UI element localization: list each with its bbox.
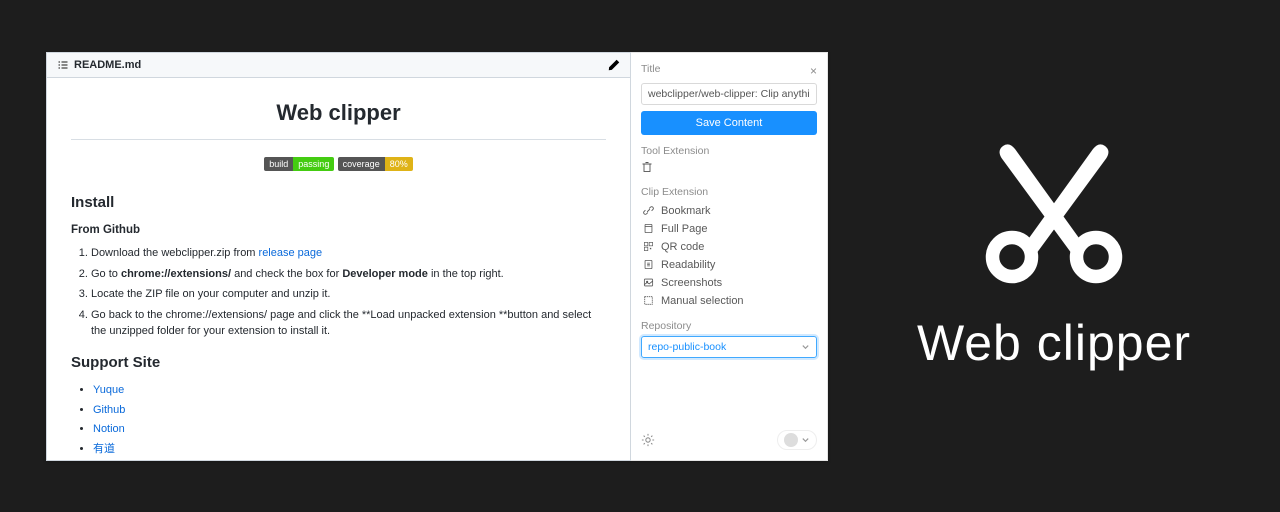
from-github-heading: From Github — [71, 222, 606, 239]
support-link-youdao[interactable]: 有道 — [93, 443, 115, 455]
repository-select[interactable]: repo-public-book — [641, 336, 817, 358]
brand-section: Web clipper — [828, 140, 1280, 372]
repository-label: Repository — [641, 320, 817, 332]
clip-item-full-page[interactable]: Full Page — [641, 220, 817, 238]
support-link-notion[interactable]: Notion — [93, 423, 125, 435]
clip-item-qr-code[interactable]: QR code — [641, 238, 817, 256]
link-icon — [643, 205, 654, 216]
pencil-icon[interactable] — [608, 59, 620, 71]
readme-body: Web clipper buildpassing coverage80% Ins… — [47, 78, 630, 460]
title-label: Title — [641, 63, 660, 75]
readme-filename: README.md — [74, 59, 141, 71]
close-icon[interactable]: × — [810, 64, 817, 78]
qr-icon — [643, 241, 654, 252]
save-content-button[interactable]: Save Content — [641, 111, 817, 135]
clip-item-bookmark[interactable]: Bookmark — [641, 202, 817, 220]
install-step-2: Go to chrome://extensions/ and check the… — [91, 266, 606, 283]
readme-title: Web clipper — [71, 96, 606, 129]
page-icon — [643, 223, 654, 234]
tool-extension-label: Tool Extension — [641, 145, 817, 157]
install-step-1: Download the webclipper.zip from release… — [91, 245, 606, 262]
chevron-down-icon — [801, 342, 810, 351]
support-link-github[interactable]: Github — [93, 404, 125, 416]
clip-extension-label: Clip Extension — [641, 186, 817, 198]
clipper-panel: Title × Save Content Tool Extension Clip… — [631, 52, 828, 461]
brand-title: Web clipper — [917, 314, 1191, 372]
avatar — [784, 433, 798, 447]
support-links: Yuque Github Notion 有道 — [93, 382, 606, 457]
clip-item-manual-selection[interactable]: Manual selection — [641, 292, 817, 310]
readme-header: README.md — [47, 53, 630, 78]
install-steps: Download the webclipper.zip from release… — [91, 245, 606, 340]
account-switcher[interactable] — [777, 430, 817, 450]
clipper-footer — [641, 422, 817, 450]
selection-icon — [643, 295, 654, 306]
badges: buildpassing coverage80% — [71, 154, 606, 172]
install-heading: Install — [71, 192, 606, 215]
support-link-yuque[interactable]: Yuque — [93, 384, 124, 396]
gear-icon[interactable] — [641, 433, 655, 447]
picture-icon — [643, 277, 654, 288]
title-input[interactable] — [641, 83, 817, 105]
divider — [71, 139, 606, 140]
scissors-icon — [979, 140, 1129, 290]
clip-item-screenshots[interactable]: Screenshots — [641, 274, 817, 292]
release-page-link[interactable]: release page — [259, 247, 323, 259]
chevron-down-icon — [801, 435, 810, 444]
install-step-3: Locate the ZIP file on your computer and… — [91, 286, 606, 303]
delete-icon[interactable] — [641, 161, 653, 173]
support-site-heading: Support Site — [71, 352, 606, 375]
list-icon — [57, 59, 69, 71]
install-step-4: Go back to the chrome://extensions/ page… — [91, 307, 606, 340]
clip-item-readability[interactable]: Readability — [641, 256, 817, 274]
readme-panel: README.md Web clipper buildpassing cover… — [46, 52, 631, 461]
readability-icon — [643, 259, 654, 270]
